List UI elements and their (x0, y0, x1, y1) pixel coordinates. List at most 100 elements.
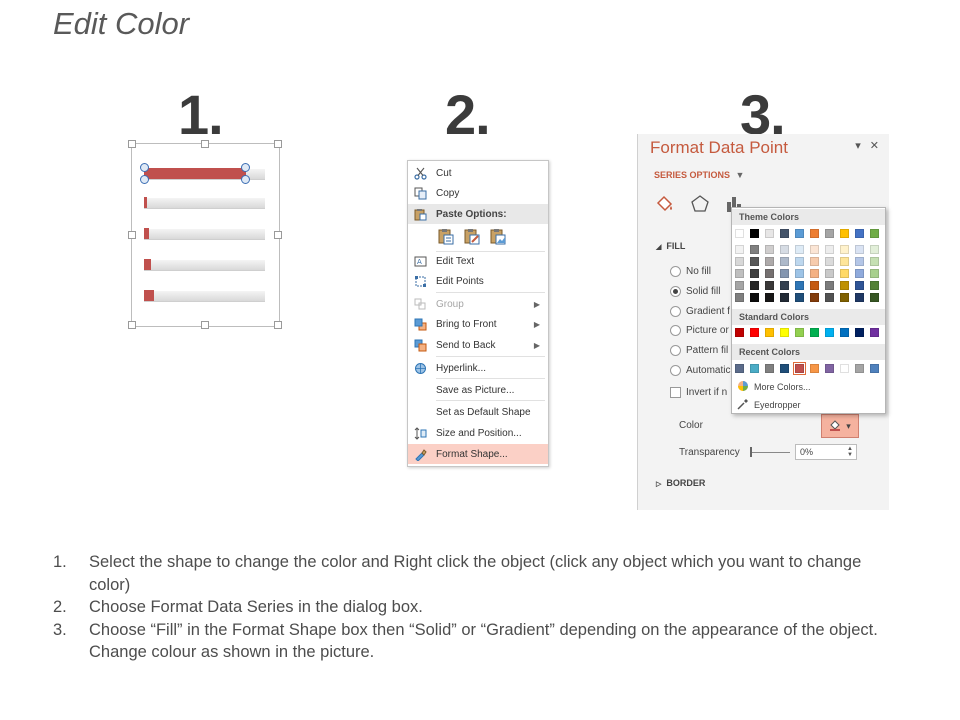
transparency-slider-track[interactable] (750, 452, 790, 453)
standard-color-swatch[interactable] (870, 328, 879, 337)
standard-color-swatch[interactable] (810, 328, 819, 337)
theme-shade-swatch[interactable] (750, 245, 759, 254)
theme-shade-swatch[interactable] (855, 269, 864, 278)
theme-color-swatch[interactable] (870, 229, 879, 238)
theme-shade-swatch[interactable] (780, 293, 789, 302)
theme-shade-swatch[interactable] (840, 245, 849, 254)
theme-shade-swatch[interactable] (735, 281, 744, 290)
theme-color-swatch[interactable] (810, 229, 819, 238)
theme-shade-swatch[interactable] (735, 245, 744, 254)
theme-shade-swatch[interactable] (795, 269, 804, 278)
theme-shade-swatch[interactable] (780, 245, 789, 254)
close-icon[interactable]: ✕ (870, 140, 879, 152)
fill-line-tab[interactable] (654, 194, 676, 217)
effects-tab[interactable] (690, 194, 710, 217)
theme-shade-swatch[interactable] (750, 293, 759, 302)
standard-color-swatch[interactable] (840, 328, 849, 337)
fill-color-button[interactable]: ▾ (821, 414, 859, 438)
theme-color-swatch[interactable] (750, 229, 759, 238)
checkbox-invert-if-negative[interactable]: Invert if n (670, 387, 727, 398)
data-point-handle[interactable] (140, 175, 149, 184)
resize-handle[interactable] (201, 321, 209, 329)
transparency-input[interactable]: 0% ▲ ▼ (795, 444, 857, 460)
theme-shade-swatch[interactable] (855, 245, 864, 254)
standard-color-swatch[interactable] (750, 328, 759, 337)
data-point-handle[interactable] (241, 175, 250, 184)
resize-handle[interactable] (128, 321, 136, 329)
theme-shade-swatch[interactable] (840, 257, 849, 266)
eyedropper-link[interactable]: Eyedropper (737, 398, 801, 412)
theme-shade-swatch[interactable] (810, 245, 819, 254)
theme-shade-swatch[interactable] (795, 257, 804, 266)
theme-shade-swatch[interactable] (810, 281, 819, 290)
theme-color-swatch[interactable] (780, 229, 789, 238)
data-bar-selected[interactable] (144, 168, 246, 179)
theme-shade-swatch[interactable] (870, 281, 879, 290)
theme-shade-swatch[interactable] (855, 257, 864, 266)
theme-shade-swatch[interactable] (795, 281, 804, 290)
recent-color-swatch[interactable] (825, 364, 834, 373)
theme-shade-swatch[interactable] (870, 245, 879, 254)
theme-color-swatch[interactable] (765, 229, 774, 238)
transparency-slider-thumb[interactable] (750, 447, 752, 457)
theme-shade-swatch[interactable] (780, 281, 789, 290)
theme-shade-swatch[interactable] (780, 269, 789, 278)
theme-color-swatch[interactable] (855, 229, 864, 238)
theme-shade-swatch[interactable] (765, 293, 774, 302)
standard-color-swatch[interactable] (795, 328, 804, 337)
radio-solid-fill[interactable]: Solid fill (670, 286, 720, 297)
data-bar[interactable] (144, 290, 154, 301)
border-section-header[interactable]: ▷ BORDER (656, 478, 705, 488)
menu-item-cut[interactable]: Cut (408, 163, 548, 183)
data-bar[interactable] (144, 228, 149, 239)
resize-handle[interactable] (128, 140, 136, 148)
theme-color-swatch[interactable] (840, 229, 849, 238)
theme-shade-swatch[interactable] (840, 293, 849, 302)
recent-color-swatch[interactable] (840, 364, 849, 373)
theme-shade-swatch[interactable] (840, 281, 849, 290)
theme-shade-swatch[interactable] (825, 269, 834, 278)
radio-automatic[interactable]: Automatic (670, 365, 730, 376)
recent-color-swatch[interactable] (735, 364, 744, 373)
theme-shade-swatch[interactable] (810, 269, 819, 278)
recent-color-swatch[interactable] (750, 364, 759, 373)
resize-handle[interactable] (201, 140, 209, 148)
theme-shade-swatch[interactable] (735, 257, 744, 266)
standard-color-swatch[interactable] (825, 328, 834, 337)
recent-color-swatch[interactable] (765, 364, 774, 373)
paste-destination-theme-icon[interactable] (462, 226, 482, 246)
series-options-dropdown[interactable]: SERIES OPTIONS ▼ (654, 170, 744, 180)
radio-gradient-fill[interactable]: Gradient f (670, 306, 730, 317)
menu-item-copy[interactable]: Copy (408, 183, 548, 203)
theme-shade-swatch[interactable] (855, 281, 864, 290)
menu-item-send-to-back[interactable]: Send to Back ▶ (408, 335, 548, 355)
spinner-icon[interactable]: ▲ ▼ (847, 446, 853, 458)
standard-color-swatch[interactable] (735, 328, 744, 337)
theme-shade-swatch[interactable] (765, 245, 774, 254)
recent-color-swatch[interactable] (793, 362, 806, 375)
theme-shade-swatch[interactable] (750, 281, 759, 290)
radio-picture-fill[interactable]: Picture or (670, 325, 729, 336)
theme-color-swatch[interactable] (825, 229, 834, 238)
theme-shade-swatch[interactable] (750, 257, 759, 266)
radio-no-fill[interactable]: No fill (670, 266, 711, 277)
theme-shade-swatch[interactable] (870, 269, 879, 278)
theme-shade-swatch[interactable] (765, 257, 774, 266)
data-point-handle[interactable] (241, 163, 250, 172)
data-point-handle[interactable] (140, 163, 149, 172)
theme-shade-swatch[interactable] (750, 269, 759, 278)
paste-picture-icon[interactable] (488, 226, 508, 246)
menu-item-hyperlink[interactable]: Hyperlink... (408, 358, 548, 378)
pane-options-icon[interactable]: ▾ (855, 140, 861, 152)
theme-shade-swatch[interactable] (735, 293, 744, 302)
theme-shade-swatch[interactable] (795, 293, 804, 302)
menu-item-edit-text[interactable]: A Edit Text (408, 251, 548, 271)
standard-color-swatch[interactable] (780, 328, 789, 337)
theme-shade-swatch[interactable] (735, 269, 744, 278)
theme-shade-swatch[interactable] (825, 281, 834, 290)
standard-color-swatch[interactable] (765, 328, 774, 337)
theme-shade-swatch[interactable] (855, 293, 864, 302)
recent-color-swatch[interactable] (780, 364, 789, 373)
theme-shade-swatch[interactable] (810, 257, 819, 266)
theme-shade-swatch[interactable] (825, 245, 834, 254)
